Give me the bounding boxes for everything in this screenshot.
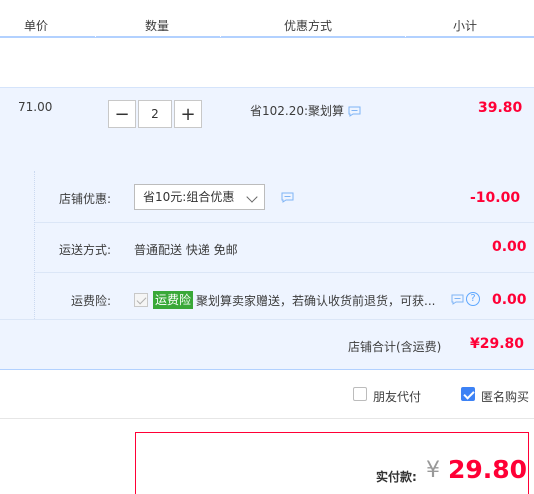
shipping-method: 普通配送 快递 免邮 — [134, 243, 238, 257]
shop-left-gutter — [0, 171, 35, 319]
shop-total-amount: ¥29.80 — [470, 336, 525, 352]
insurance-amount: 0.00 — [492, 292, 527, 308]
row-divider — [35, 272, 534, 273]
item-promo-text: 省102.20:聚划算 — [250, 104, 345, 118]
pay-amount: 29.80 — [448, 455, 528, 484]
shop-discount-amount: -10.00 — [470, 190, 521, 206]
header-quantity: 数量 — [145, 19, 170, 33]
header-price: 单价 — [24, 19, 49, 33]
header-separator — [220, 32, 221, 37]
shop-discount-label: 店铺优惠: — [59, 192, 112, 206]
shipping-amount: 0.00 — [492, 239, 527, 255]
insurance-tag: 运费险 — [153, 291, 194, 309]
help-icon[interactable]: ? — [466, 292, 480, 306]
header-promo: 优惠方式 — [284, 19, 333, 33]
header-separator — [405, 32, 406, 37]
item-promo: 省102.20:聚划算 — [250, 102, 361, 119]
order-item-row — [0, 87, 534, 171]
item-price: 71.00 — [18, 100, 53, 114]
shop-discount-value: 省10元:组合优惠 — [143, 190, 235, 204]
options-divider — [0, 418, 534, 419]
qty-input[interactable]: 2 — [138, 100, 172, 128]
shop-total-label: 店铺合计(含运费) — [348, 340, 442, 354]
friend-pay-label[interactable]: 朋友代付 — [373, 388, 421, 405]
shipping-label: 运送方式: — [59, 243, 112, 257]
shop-discount-select[interactable]: 省10元:组合优惠 — [134, 184, 265, 210]
insurance-description: 聚划算卖家赠送，若确认收货前退货，可获... — [196, 294, 436, 308]
qty-decrease-button[interactable]: − — [108, 100, 136, 128]
pay-label: 实付款: — [376, 470, 417, 484]
quantity-stepper: − 2 + — [108, 100, 202, 128]
qty-increase-button[interactable]: + — [174, 100, 202, 128]
currency-symbol: ¥ — [426, 458, 440, 483]
message-icon[interactable] — [451, 294, 464, 305]
anonymous-checkbox[interactable] — [461, 387, 475, 401]
insurance-label: 运费险: — [71, 294, 112, 308]
header-separator — [95, 32, 96, 37]
item-subtotal: 39.80 — [478, 100, 523, 116]
friend-pay-checkbox[interactable] — [353, 387, 367, 401]
header-subtotal: 小计 — [453, 19, 478, 33]
message-icon[interactable] — [348, 106, 361, 117]
message-icon[interactable] — [281, 192, 294, 203]
row-divider — [35, 222, 534, 223]
shop-total-row — [0, 319, 534, 370]
insurance-checkbox — [134, 293, 148, 307]
header-divider — [0, 36, 534, 38]
chevron-down-icon — [246, 191, 258, 203]
anonymous-label[interactable]: 匿名购买 — [481, 388, 529, 405]
